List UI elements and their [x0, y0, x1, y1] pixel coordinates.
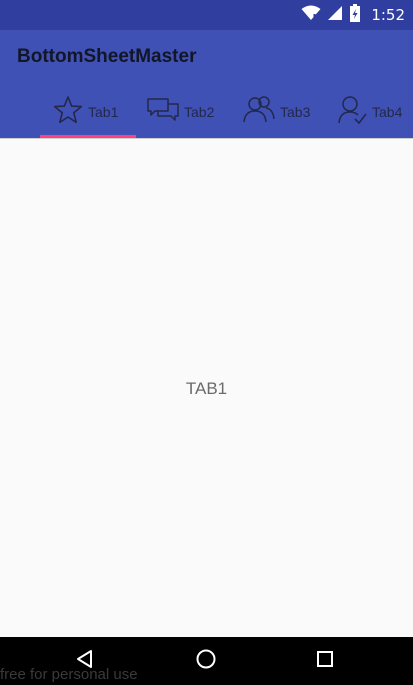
battery-icon: [349, 4, 361, 26]
cell-signal-icon: [327, 5, 343, 25]
tab-label: Tab4: [372, 104, 403, 120]
home-button[interactable]: [194, 649, 218, 673]
app-bar: BottomSheetMaster: [0, 30, 413, 86]
person-check-icon: [336, 94, 368, 130]
home-icon: [195, 648, 217, 674]
tab-content: TAB1: [0, 138, 413, 637]
tab-tab3[interactable]: Tab3: [242, 86, 310, 138]
recents-icon: [315, 649, 335, 673]
status-bar: 1:52: [0, 0, 413, 30]
tab-tab2[interactable]: Tab2: [146, 86, 214, 138]
status-time: 1:52: [371, 6, 405, 24]
wifi-icon: [301, 5, 321, 25]
tab-label: Tab1: [88, 104, 119, 120]
watermark-text: free for personal use: [0, 666, 138, 683]
star-icon: [52, 94, 84, 130]
app-title: BottomSheetMaster: [17, 46, 197, 67]
status-icons: 1:52: [301, 0, 405, 30]
recents-button[interactable]: [313, 649, 337, 673]
tab-bar: Tab1 Tab2 Tab3 Tab4: [0, 86, 413, 138]
tab-tab1[interactable]: Tab1: [52, 86, 118, 138]
tab-content-text: TAB1: [185, 379, 228, 398]
tab-tab4[interactable]: Tab4: [336, 86, 402, 138]
tab-label: Tab3: [280, 104, 311, 120]
chat-icon: [146, 95, 180, 129]
group-icon: [242, 94, 276, 130]
tab-label: Tab2: [184, 104, 215, 120]
